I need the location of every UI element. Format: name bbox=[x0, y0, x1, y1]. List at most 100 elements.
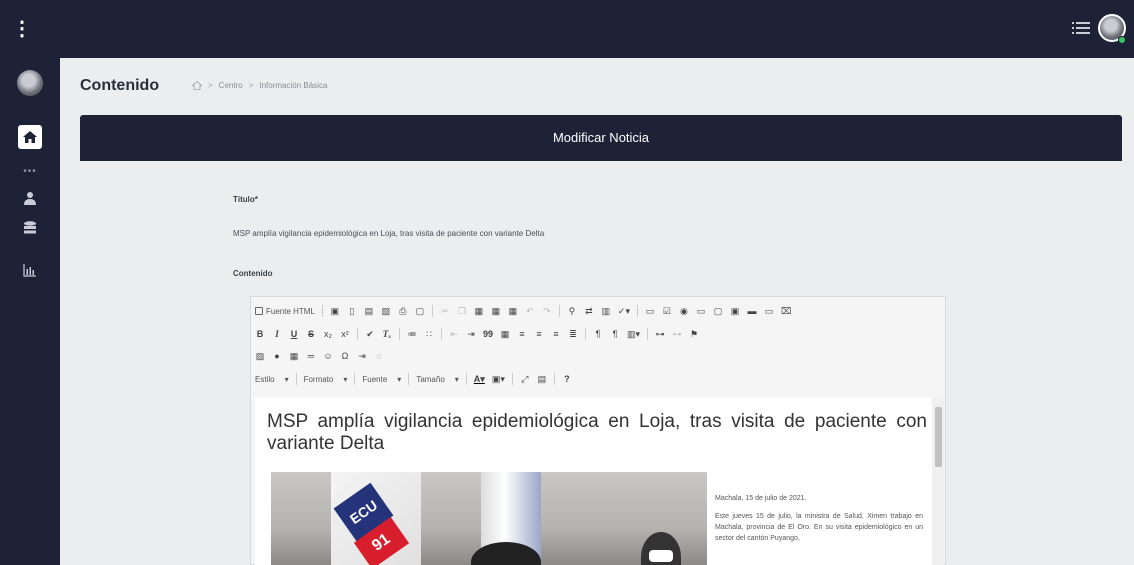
link-icon[interactable]: ⊶ bbox=[655, 327, 665, 341]
align-center-icon[interactable]: ≡ bbox=[534, 327, 544, 341]
smiley-icon[interactable]: ☺ bbox=[323, 349, 333, 363]
outdent-icon[interactable]: ⇤ bbox=[449, 327, 459, 341]
remove-format-icon[interactable]: Tₓ bbox=[382, 327, 392, 341]
maximize-icon[interactable]: ⤢ bbox=[520, 372, 530, 386]
unlink-icon[interactable]: ⊶ bbox=[672, 327, 682, 341]
radio-icon[interactable]: ◉ bbox=[679, 304, 689, 318]
toolbar-separator bbox=[558, 305, 560, 317]
breadcrumb-separator: > bbox=[248, 81, 254, 90]
print-icon[interactable]: ⎙ bbox=[398, 304, 408, 318]
editor-scrollbar[interactable] bbox=[932, 397, 944, 565]
show-blocks-icon[interactable]: ▤ bbox=[537, 372, 547, 386]
form-icon[interactable]: ▭ bbox=[645, 304, 655, 318]
paste-icon[interactable]: ▦ bbox=[474, 304, 484, 318]
breadcrumb-item-informacion[interactable]: Información Básica bbox=[259, 81, 327, 90]
text-color-icon[interactable]: A▾ bbox=[474, 372, 485, 386]
format-select-label: Formato bbox=[303, 374, 334, 384]
chevron-down-icon: ▾ bbox=[397, 374, 402, 384]
rtl-icon[interactable]: ¶ bbox=[610, 327, 620, 341]
new-page-icon[interactable]: ▯ bbox=[347, 304, 357, 318]
format-select[interactable]: Formato ▾ bbox=[304, 375, 348, 384]
save-icon[interactable]: ▣ bbox=[330, 304, 340, 318]
blockquote-icon[interactable]: 99 bbox=[483, 327, 493, 341]
toolbar-separator bbox=[431, 305, 433, 317]
spellcheck-icon[interactable]: ✓▾ bbox=[618, 304, 630, 318]
image-icon[interactable]: ▨ bbox=[255, 349, 265, 363]
table-icon[interactable]: ▦ bbox=[289, 349, 299, 363]
sidebar-avatar[interactable] bbox=[17, 70, 43, 96]
copy-format-icon[interactable]: ✔ bbox=[365, 327, 375, 341]
textfield-icon[interactable]: ▭ bbox=[696, 304, 706, 318]
home-outline-icon[interactable] bbox=[192, 81, 202, 90]
page-break-icon[interactable]: ⇥ bbox=[357, 349, 367, 363]
redo-icon[interactable]: ↷ bbox=[542, 304, 552, 318]
paste-word-icon[interactable]: ▦ bbox=[508, 304, 518, 318]
bulleted-list-icon[interactable]: ∷ bbox=[424, 327, 434, 341]
cut-icon[interactable]: ✂ bbox=[440, 304, 450, 318]
chevron-down-icon: ▾ bbox=[284, 374, 289, 384]
hidden-field-icon[interactable]: ⌧ bbox=[781, 304, 791, 318]
toolbar-separator bbox=[357, 328, 358, 340]
scrollbar-thumb[interactable] bbox=[935, 407, 942, 467]
style-select[interactable]: Estilo ▾ bbox=[255, 375, 289, 384]
align-left-icon[interactable]: ≡ bbox=[517, 327, 527, 341]
toolbar-separator bbox=[511, 373, 513, 385]
copy-icon[interactable]: ❐ bbox=[457, 304, 467, 318]
titulo-label: Título* bbox=[233, 195, 258, 204]
div-icon[interactable]: ▦ bbox=[500, 327, 510, 341]
image-button-icon[interactable]: ▭ bbox=[764, 304, 774, 318]
language-icon[interactable]: ▥▾ bbox=[627, 327, 640, 341]
iframe-icon[interactable]: ◌ bbox=[374, 349, 384, 363]
template-icon[interactable]: ▤ bbox=[364, 304, 374, 318]
horizontal-line-icon[interactable]: ═ bbox=[306, 349, 316, 363]
italic-icon[interactable]: I bbox=[272, 327, 282, 341]
toolbar-separator bbox=[647, 328, 649, 340]
numbered-list-icon[interactable]: ≔ bbox=[407, 327, 417, 341]
help-button[interactable]: ? bbox=[562, 372, 572, 386]
source-html-button[interactable]: Fuente HTML bbox=[255, 304, 315, 318]
undo-icon[interactable]: ↶ bbox=[525, 304, 535, 318]
indent-icon[interactable]: ⇥ bbox=[466, 327, 476, 341]
button-field-icon[interactable]: ▬ bbox=[747, 304, 757, 318]
templates-icon[interactable]: ▢ bbox=[415, 304, 425, 318]
align-justify-icon[interactable]: ≣ bbox=[568, 327, 578, 341]
special-char-icon[interactable]: Ω bbox=[340, 349, 350, 363]
paste-text-icon[interactable]: ▦ bbox=[491, 304, 501, 318]
superscript-icon[interactable]: x² bbox=[340, 327, 350, 341]
breadcrumb-item-centro[interactable]: Centro bbox=[219, 81, 243, 90]
editor-content-area[interactable]: MSP amplía vigilancia epidemiológica en … bbox=[255, 397, 932, 565]
breadcrumb: > Centro > Información Básica bbox=[192, 81, 327, 90]
chevron-down-icon: ▾ bbox=[343, 374, 348, 384]
align-right-icon[interactable]: ≡ bbox=[551, 327, 561, 341]
bold-icon[interactable]: B bbox=[255, 327, 265, 341]
select-field-icon[interactable]: ▣ bbox=[730, 304, 740, 318]
select-all-icon[interactable]: ▥ bbox=[601, 304, 611, 318]
textarea-icon[interactable]: ▢ bbox=[713, 304, 723, 318]
home-button[interactable] bbox=[18, 125, 42, 149]
find-icon[interactable]: ⚲ bbox=[567, 304, 577, 318]
subscript-icon[interactable]: x₂ bbox=[323, 327, 333, 341]
preview-icon[interactable]: ▧ bbox=[381, 304, 391, 318]
ltr-icon[interactable]: ¶ bbox=[593, 327, 603, 341]
database-icon[interactable] bbox=[23, 221, 37, 235]
replace-icon[interactable]: ⇄ bbox=[584, 304, 594, 318]
anchor-icon[interactable]: ⚑ bbox=[689, 327, 699, 341]
main-content: Contenido > Centro > Información Básica … bbox=[60, 58, 1134, 565]
strike-icon[interactable]: S bbox=[306, 327, 316, 341]
bar-chart-icon[interactable] bbox=[23, 263, 37, 277]
breadcrumb-separator: > bbox=[208, 81, 213, 90]
titulo-input[interactable] bbox=[231, 222, 946, 244]
font-select[interactable]: Fuente ▾ bbox=[362, 375, 401, 384]
list-icon[interactable] bbox=[1072, 20, 1090, 36]
underline-icon[interactable]: U bbox=[289, 327, 299, 341]
size-select[interactable]: Tamaño ▾ bbox=[416, 375, 458, 384]
sidebar-divider-dots: ••• bbox=[23, 166, 37, 177]
background-color-icon[interactable]: ▣▾ bbox=[492, 372, 505, 386]
toolbar-separator bbox=[408, 373, 410, 385]
flash-icon[interactable]: ● bbox=[272, 349, 282, 363]
toolbar-separator bbox=[465, 373, 467, 385]
user-icon[interactable] bbox=[23, 191, 37, 205]
checkbox-icon[interactable]: ☑ bbox=[662, 304, 672, 318]
kebab-menu-icon[interactable]: ⋮ bbox=[12, 18, 32, 40]
style-select-label: Estilo bbox=[255, 374, 275, 384]
